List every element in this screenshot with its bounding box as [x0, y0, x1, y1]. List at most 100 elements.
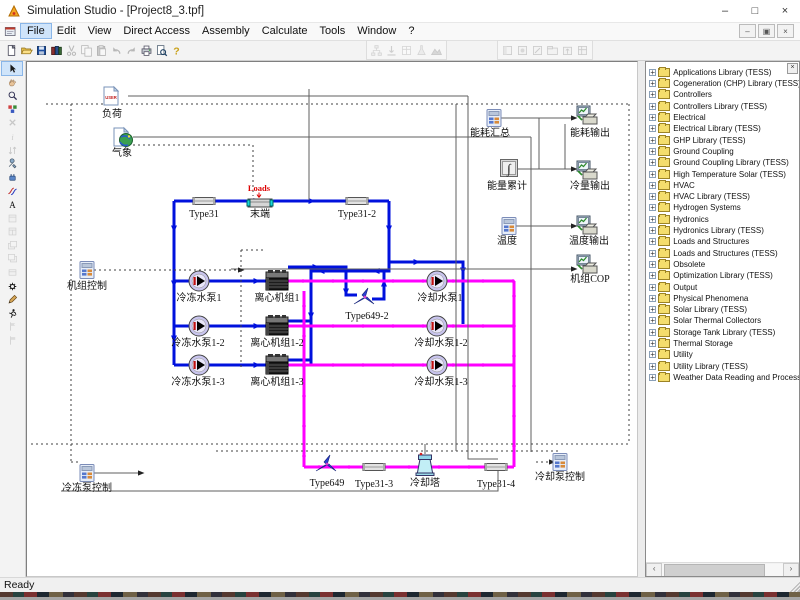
component-energy-integ[interactable]: ∫: [500, 159, 517, 177]
tree-item[interactable]: +GHP Library (TESS): [646, 135, 799, 146]
tree-expander-icon[interactable]: +: [649, 114, 656, 121]
scrollbar-track[interactable]: [662, 564, 783, 576]
tree-item[interactable]: +Loads and Structures (TESS): [646, 247, 799, 258]
tree-expander-icon[interactable]: +: [649, 216, 656, 223]
tree-item[interactable]: +Obsolete: [646, 259, 799, 270]
tree-item[interactable]: +Electrical: [646, 112, 799, 123]
tree-expander-icon[interactable]: +: [649, 261, 656, 268]
tree-expander-icon[interactable]: +: [649, 193, 656, 200]
tree-horizontal-scrollbar[interactable]: ‹ ›: [646, 562, 799, 576]
component-unit-cop[interactable]: [577, 255, 597, 273]
menu-item-help[interactable]: ?: [402, 24, 420, 38]
tree-expander-icon[interactable]: +: [649, 340, 656, 347]
menu-item-view[interactable]: View: [82, 24, 118, 38]
gear-icon[interactable]: [2, 279, 22, 293]
menu-item-file[interactable]: File: [21, 24, 51, 38]
document-icon[interactable]: [4, 25, 18, 38]
component-type31-2[interactable]: [346, 197, 368, 204]
tree-expander-icon[interactable]: +: [649, 182, 656, 189]
menu-item-calculate[interactable]: Calculate: [256, 24, 314, 38]
tree-item[interactable]: +Solar Library (TESS): [646, 304, 799, 315]
component-cooling-output[interactable]: [577, 161, 597, 179]
component-load-data[interactable]: USER: [104, 87, 118, 105]
text-icon[interactable]: A: [2, 198, 22, 212]
tree-item[interactable]: +Ground Coupling: [646, 146, 799, 157]
tree-item[interactable]: +Hydronics: [646, 214, 799, 225]
component-cooling-tower[interactable]: [416, 452, 434, 475]
schematic-canvas[interactable]: USER负荷气象Type31末端Type31-2冷冻水泵1冷冻水泵1-2冷冻水泵…: [26, 61, 638, 577]
component-chw-pump-1[interactable]: [189, 271, 209, 291]
tree-item[interactable]: +Hydrogen Systems: [646, 202, 799, 213]
component-cw-pump-1-2[interactable]: [427, 316, 447, 336]
component-terminal[interactable]: [247, 199, 273, 207]
tree-expander-icon[interactable]: +: [649, 159, 656, 166]
menu-item-edit[interactable]: Edit: [51, 24, 82, 38]
tree-expander-icon[interactable]: +: [649, 351, 656, 358]
tree-expander-icon[interactable]: +: [649, 103, 656, 110]
menu-item-assembly[interactable]: Assembly: [196, 24, 256, 38]
zoom-icon[interactable]: [2, 89, 22, 103]
print-preview-icon[interactable]: [154, 43, 169, 58]
tree-item[interactable]: +Optimization Library (TESS): [646, 270, 799, 281]
tree-item[interactable]: +Controllers: [646, 89, 799, 100]
tree-expander-icon[interactable]: +: [649, 80, 656, 87]
component-chw-pump-1-2[interactable]: [189, 316, 209, 336]
component-type31-4[interactable]: [485, 463, 507, 470]
scrollbar-thumb[interactable]: [664, 564, 765, 577]
tree-item[interactable]: +Physical Phenomena: [646, 293, 799, 304]
wrench-icon[interactable]: [2, 157, 22, 171]
tree-expander-icon[interactable]: +: [649, 329, 656, 336]
component-energy-output[interactable]: [577, 106, 597, 124]
tree-expander-icon[interactable]: +: [649, 137, 656, 144]
tree-expander-icon[interactable]: +: [649, 272, 656, 279]
component-cw-pump-ctrl[interactable]: [553, 453, 567, 470]
tree-expander-icon[interactable]: +: [649, 91, 656, 98]
scroll-left-button[interactable]: ‹: [646, 563, 662, 577]
tree-expander-icon[interactable]: +: [649, 125, 656, 132]
tree-expander-icon[interactable]: +: [649, 317, 656, 324]
panel-splitter[interactable]: [638, 61, 645, 577]
plug-icon[interactable]: [2, 170, 22, 184]
component-type31[interactable]: [193, 197, 215, 204]
child-close-button[interactable]: ×: [777, 24, 794, 38]
tree-item[interactable]: +Solar Thermal Collectors: [646, 315, 799, 326]
component-temp-output[interactable]: [577, 216, 597, 234]
tree-expander-icon[interactable]: +: [649, 148, 656, 155]
component-chiller-1-2[interactable]: [266, 315, 288, 335]
tree-expander-icon[interactable]: +: [649, 204, 656, 211]
component-cw-pump-1[interactable]: [427, 271, 447, 291]
save-icon[interactable]: [34, 43, 49, 58]
save-all-icon[interactable]: [49, 43, 64, 58]
menu-item-window[interactable]: Window: [351, 24, 402, 38]
pen-icon[interactable]: [2, 293, 22, 307]
tree-expander-icon[interactable]: +: [649, 227, 656, 234]
tree-expander-icon[interactable]: +: [649, 306, 656, 313]
tree-item[interactable]: +Electrical Library (TESS): [646, 123, 799, 134]
component-chw-pump-1-3[interactable]: [189, 355, 209, 375]
pan-icon[interactable]: [2, 75, 22, 89]
component-chiller-1-3[interactable]: [266, 354, 288, 374]
tree-expander-icon[interactable]: +: [649, 69, 656, 76]
layers-icon[interactable]: [2, 103, 22, 117]
component-chw-pump-ctrl[interactable]: [80, 464, 94, 481]
tree-expander-icon[interactable]: +: [649, 284, 656, 291]
minimize-button[interactable]: –: [710, 0, 740, 21]
tree-expander-icon[interactable]: +: [649, 374, 656, 381]
tree-expander-icon[interactable]: +: [649, 238, 656, 245]
print-icon[interactable]: [139, 43, 154, 58]
tree-item[interactable]: +Weather Data Reading and Process: [646, 372, 799, 383]
tree-expander-icon[interactable]: +: [649, 171, 656, 178]
tree-expander-icon[interactable]: +: [649, 250, 656, 257]
menu-item-tools[interactable]: Tools: [314, 24, 352, 38]
component-chiller-1[interactable]: [266, 270, 288, 290]
close-button[interactable]: ×: [770, 0, 800, 21]
scroll-right-button[interactable]: ›: [783, 563, 799, 577]
child-restore-button[interactable]: ▣: [758, 24, 775, 38]
component-energy-summary[interactable]: [487, 109, 501, 126]
help-icon[interactable]: ?: [169, 43, 184, 58]
component-cw-pump-1-3[interactable]: [427, 355, 447, 375]
new-icon[interactable]: [4, 43, 19, 58]
tree-item[interactable]: +Output: [646, 281, 799, 292]
menu-item-direct-access[interactable]: Direct Access: [117, 24, 196, 38]
open-icon[interactable]: [19, 43, 34, 58]
